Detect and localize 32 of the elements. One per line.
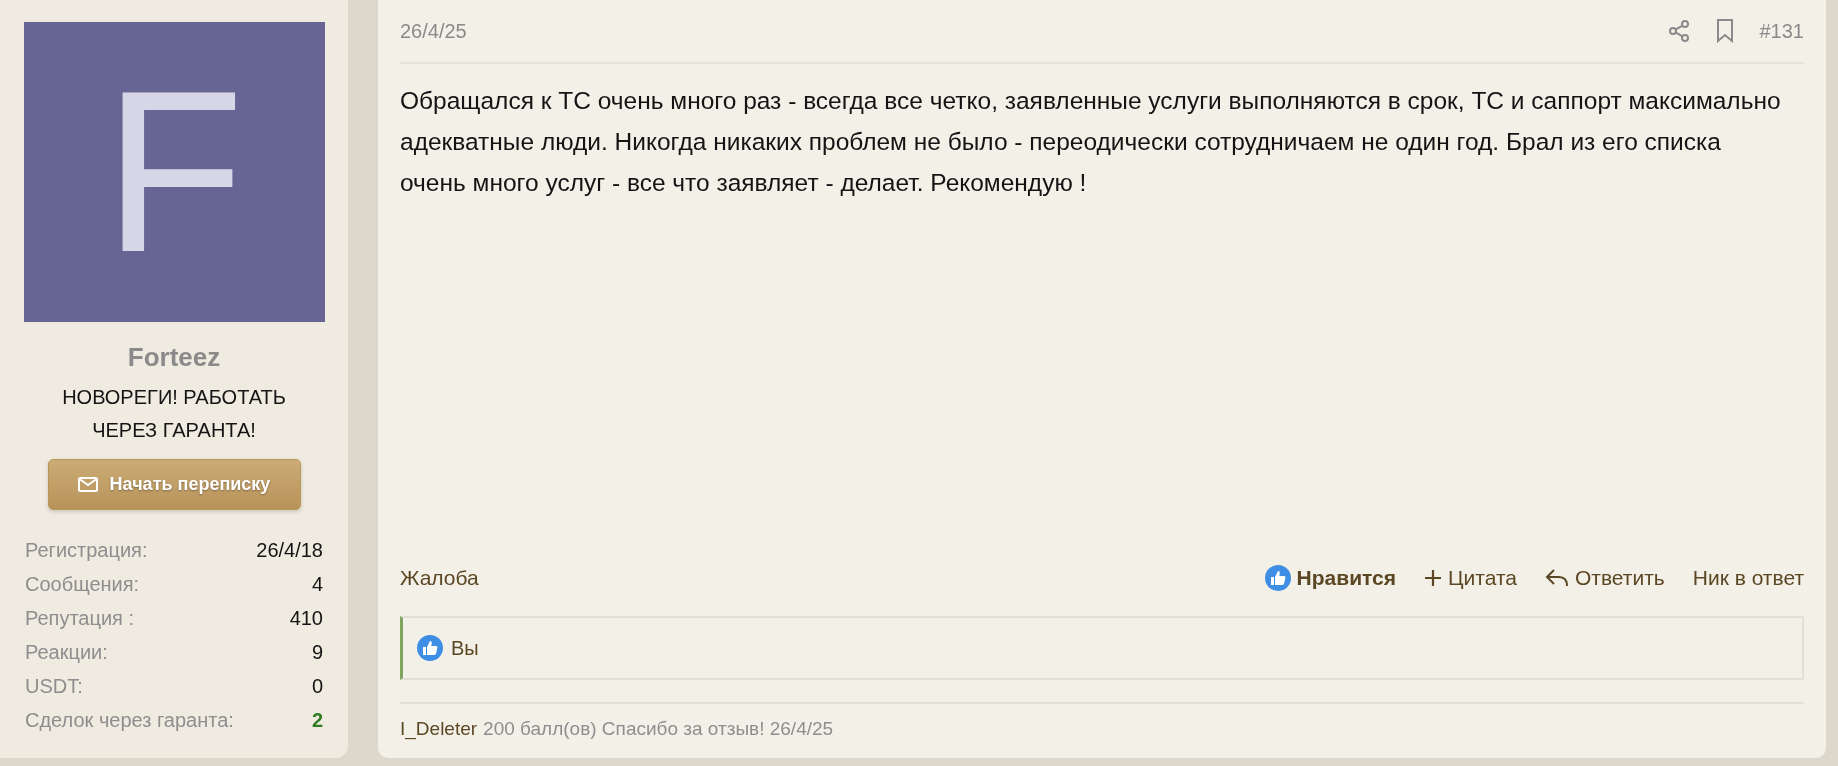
reply-link[interactable]: Ответить — [1544, 566, 1665, 590]
share-icon[interactable] — [1667, 20, 1690, 42]
username: Forteez — [127, 342, 221, 373]
rating-user-link[interactable]: I_Deleter — [400, 718, 478, 740]
mention-link[interactable]: Ник в ответ — [1692, 566, 1804, 590]
stat-label: USDT: — [25, 674, 83, 699]
bookmark-icon[interactable] — [1715, 19, 1734, 43]
stat-label: Репутация : — [25, 606, 135, 631]
avatar[interactable]: F — [23, 22, 325, 322]
envelope-icon — [77, 477, 98, 492]
like-icon — [417, 635, 443, 661]
stat-value: 0 — [311, 674, 323, 699]
reply-icon — [1544, 567, 1569, 589]
stat-value: 26/4/18 — [256, 538, 323, 563]
stat-value: 2 — [311, 708, 323, 733]
like-link[interactable]: Нравится — [1264, 565, 1397, 591]
stat-label: Регистрация: — [25, 538, 148, 563]
stat-label: Реакции: — [25, 640, 108, 665]
plus-icon — [1424, 569, 1443, 587]
stat-label: Сделок через гаранта: — [25, 708, 234, 733]
stat-value: 410 — [289, 606, 323, 631]
stat-label: Сообщения: — [25, 572, 140, 597]
reaction-users[interactable]: Вы — [451, 636, 479, 660]
user-title: НОВОРЕГИ! РАБОТАТЬ ЧЕРЕЗ ГАРАНТА! — [61, 385, 287, 443]
like-icon — [1264, 565, 1291, 591]
quote-link[interactable]: Цитата — [1424, 566, 1517, 590]
stat-value: 9 — [311, 640, 323, 665]
report-link[interactable]: Жалоба — [400, 566, 479, 590]
rating-text: 200 балл(ов) Спасибо за отзыв! 26/4/25 — [483, 718, 834, 740]
stat-value: 4 — [311, 572, 323, 597]
avatar-letter: F — [103, 57, 245, 287]
post-body: Обращался к ТС очень много раз - всегда все четко, заявленные услуги выполняются в срок, ТС и саппорт максимально адекватные люди. Никогда никаких проблем не было - переодически сотрудничаем не один год. Брал из его списка очень много услуг - все что заявляет - делает. Рекомендую ! — [400, 86, 1782, 198]
